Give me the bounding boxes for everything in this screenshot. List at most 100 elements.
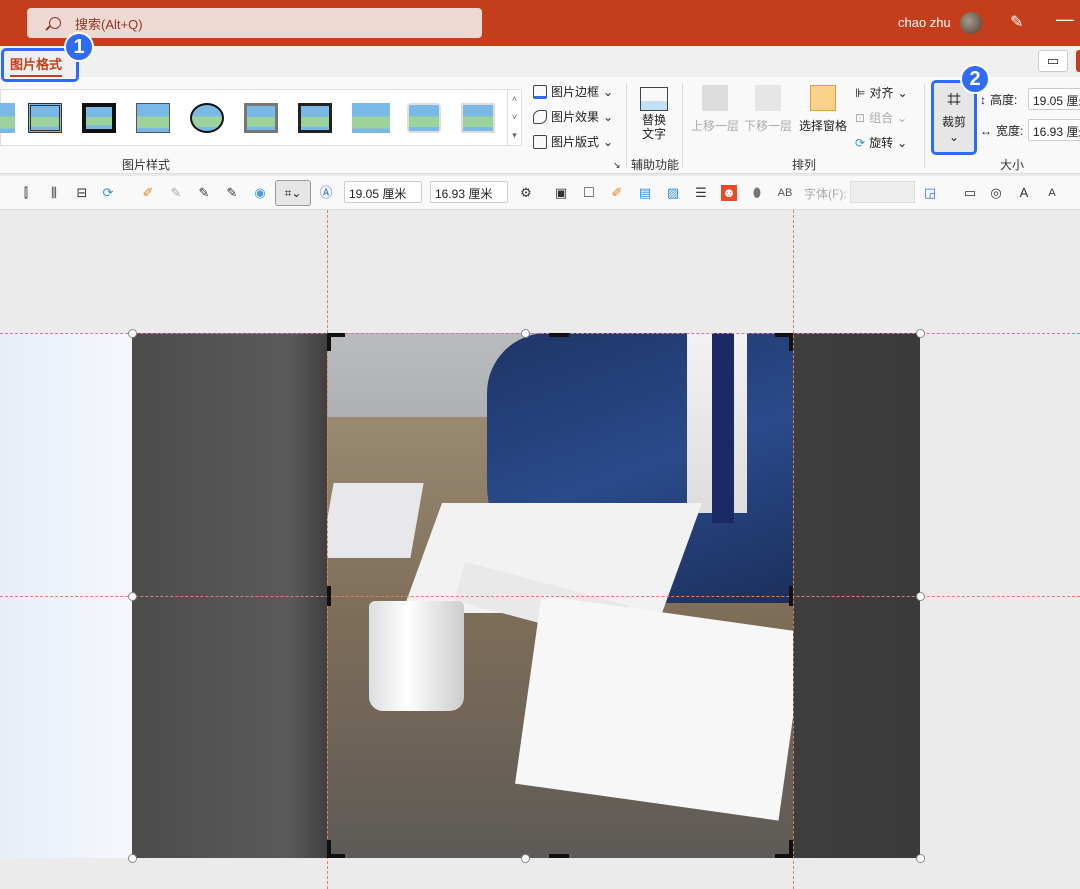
font-select[interactable] <box>850 181 915 203</box>
arrange-icon[interactable]: ▭ <box>962 185 978 201</box>
resize-handle[interactable] <box>916 329 925 338</box>
quick-width-input[interactable]: 16.93 厘米 <box>430 181 508 203</box>
style-thumb[interactable] <box>407 103 441 133</box>
shape-icon[interactable]: ⬮ <box>749 185 765 201</box>
label: 替换文字 <box>641 113 666 141</box>
width-label: ↔ 宽度: <box>980 122 1023 139</box>
style-thumb[interactable] <box>298 103 332 133</box>
guide-line <box>793 210 794 889</box>
crop-handle[interactable] <box>549 333 569 337</box>
divider <box>626 83 627 168</box>
style-thumb[interactable] <box>352 103 390 133</box>
avatar[interactable] <box>960 12 982 34</box>
bring-forward-button[interactable]: 上移一层 <box>690 85 740 134</box>
eyedropper-icon[interactable]: ✎ <box>168 185 184 201</box>
shape-fill-icon[interactable]: ◲ <box>922 185 938 201</box>
resize-handle[interactable] <box>128 854 137 863</box>
crop-handle[interactable] <box>327 333 345 351</box>
group-label-accessibility: 辅助功能 <box>631 158 680 172</box>
increase-font-icon[interactable]: A <box>1016 185 1032 201</box>
paint-brush-icon[interactable]: ✐ <box>609 185 625 201</box>
eyedropper-icon[interactable]: ✎ <box>196 185 212 201</box>
crop-toggle-button[interactable]: ⌗⌄ <box>275 180 311 206</box>
user-name: chao zhu <box>898 15 951 30</box>
crop-handle[interactable] <box>549 854 569 858</box>
guide-line <box>327 210 328 889</box>
decrease-font-icon[interactable]: A <box>1044 185 1060 201</box>
title-bar: 搜索(Alt+Q) chao zhu ✎ — <box>0 0 1080 46</box>
label: 上移一层 <box>690 119 739 133</box>
style-thumb[interactable] <box>82 103 116 133</box>
comment-icon: ▭ <box>1046 53 1060 68</box>
width-input[interactable]: 16.93 厘米 <box>1028 119 1080 141</box>
alt-text-button[interactable]: 替换文字 <box>638 87 670 141</box>
crop-handle[interactable] <box>327 586 331 606</box>
crop-handle[interactable] <box>789 586 793 606</box>
addin-icon[interactable]: ☻ <box>721 185 737 201</box>
image-icon[interactable]: ▨ <box>665 185 681 201</box>
resize-handle[interactable] <box>128 592 137 601</box>
group-button[interactable]: ⊡ 组合 ⌄ <box>855 109 907 126</box>
picture-icon[interactable]: ▤ <box>637 185 653 201</box>
text-box-icon[interactable]: Ⓐ <box>318 185 334 201</box>
rotate-icon[interactable]: ⟳ <box>100 185 116 201</box>
picture-layout-button[interactable]: 图片版式 ⌄ <box>533 133 613 150</box>
align-center-icon[interactable]: ⫿ <box>18 185 34 201</box>
height-label: ↕ 高度: <box>980 91 1017 108</box>
ab-icon[interactable]: AB <box>777 185 793 201</box>
gallery-scroll[interactable]: ˄ ˅ ▾ <box>507 90 521 145</box>
align-middle-icon[interactable]: ⊟ <box>74 185 90 201</box>
chart-paper <box>515 595 793 821</box>
change-picture-icon[interactable]: ▣ <box>553 185 569 201</box>
dialog-launcher-icon[interactable]: ↘ <box>613 160 621 171</box>
picture-settings-icon[interactable]: ⚙ <box>518 185 534 201</box>
label: 图片边框 <box>551 85 600 99</box>
resize-handle[interactable] <box>916 854 925 863</box>
rotate-icon: ⟳ <box>855 135 866 150</box>
format-painter-icon[interactable]: ✐ <box>140 185 156 201</box>
bring-forward-icon <box>702 85 728 111</box>
resize-handle[interactable] <box>916 592 925 601</box>
label: 宽度: <box>996 124 1024 138</box>
minimize-button[interactable]: — <box>1056 9 1074 30</box>
resize-handle[interactable] <box>128 329 137 338</box>
label: 对齐 <box>869 86 894 100</box>
style-thumb[interactable] <box>244 103 278 133</box>
crop-handle[interactable] <box>327 840 345 858</box>
crop-handle[interactable] <box>775 840 793 858</box>
resize-handle[interactable] <box>521 329 530 338</box>
picture-effects-button[interactable]: 图片效果 ⌄ <box>533 108 613 125</box>
circle-icon[interactable]: ◉ <box>252 185 268 201</box>
style-thumb[interactable] <box>0 103 15 133</box>
divider <box>924 83 925 168</box>
crop-handle[interactable] <box>775 333 793 351</box>
merge-shapes-icon[interactable]: ◎ <box>988 185 1004 201</box>
share-button[interactable] <box>1076 50 1080 72</box>
pen-icon[interactable]: ✎ <box>1010 12 1023 32</box>
picture-border-button[interactable]: 图片边框 ⌄ <box>533 83 613 100</box>
eyedropper-icon[interactable]: ✎ <box>224 185 240 201</box>
search-icon <box>49 17 61 29</box>
font-label: 字体(F): <box>804 187 847 201</box>
selection-pane-button[interactable]: 选择窗格 <box>797 85 849 134</box>
search-box[interactable]: 搜索(Alt+Q) <box>27 8 482 38</box>
style-thumb[interactable] <box>461 103 495 133</box>
border-square-icon[interactable]: □ <box>581 185 597 201</box>
divider <box>682 83 683 168</box>
style-thumb[interactable] <box>190 103 224 133</box>
quick-height-input[interactable]: 19.05 厘米 <box>344 181 422 203</box>
annotation-badge: 1 <box>64 32 94 62</box>
style-thumb[interactable] <box>28 103 62 133</box>
label: 组合 <box>869 111 894 125</box>
resize-handle[interactable] <box>521 854 530 863</box>
border-icon <box>533 84 547 99</box>
rotate-button[interactable]: ⟳ 旋转 ⌄ <box>855 134 907 151</box>
height-input[interactable]: 19.05 厘米 <box>1028 88 1080 110</box>
style-thumb[interactable] <box>136 103 170 133</box>
tie <box>712 333 734 523</box>
comments-button[interactable]: ▭ <box>1038 50 1068 72</box>
align-button[interactable]: ⊫ 对齐 ⌄ <box>855 84 908 101</box>
line-spacing-icon[interactable]: ☰ <box>693 185 709 201</box>
distribute-icon[interactable]: ⫼ <box>46 185 62 201</box>
send-backward-button[interactable]: 下移一层 <box>743 85 793 134</box>
